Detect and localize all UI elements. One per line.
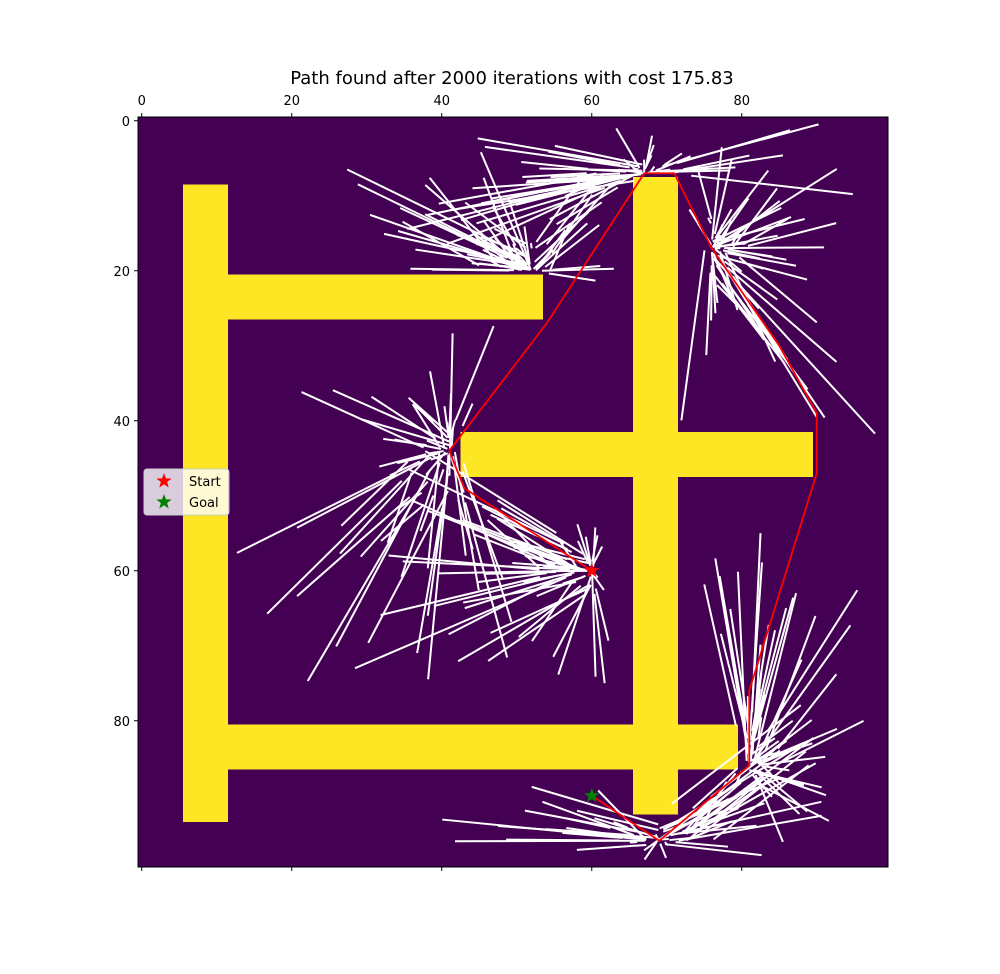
legend-start-label: Start — [189, 475, 221, 490]
rrt-path-chart: Path found after 2000 iterations with co… — [113, 68, 889, 871]
x-tick-label-20: 20 — [283, 94, 300, 109]
x-tick-label-80: 80 — [733, 94, 750, 109]
y-tick-label-60: 60 — [113, 565, 130, 580]
obstacle-1 — [220, 274, 543, 320]
legend-goal-label: Goal — [189, 496, 219, 511]
tree-edge-328 — [455, 839, 645, 843]
tree-edge-240 — [724, 246, 825, 250]
x-tick-label-40: 40 — [433, 94, 450, 109]
legend: Start Goal — [143, 468, 230, 516]
chart-title: Path found after 2000 iterations with co… — [290, 68, 734, 89]
tree-edge-163 — [450, 427, 455, 447]
tree-edge-53 — [431, 268, 510, 272]
x-tick-label-60: 60 — [583, 94, 600, 109]
y-tick-label-0: 0 — [122, 115, 130, 130]
y-tick-label-80: 80 — [113, 715, 130, 730]
obstacle-3 — [633, 177, 678, 815]
y-tick-label-20: 20 — [113, 265, 130, 280]
x-tick-label-0: 0 — [138, 94, 146, 109]
obstacle-4 — [220, 724, 738, 770]
y-tick-label-40: 40 — [113, 415, 130, 430]
tree-edge-31 — [529, 242, 533, 249]
